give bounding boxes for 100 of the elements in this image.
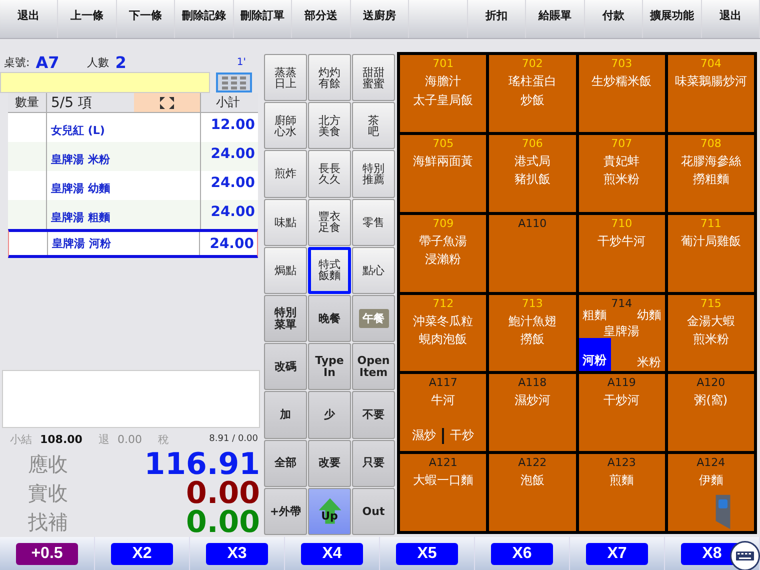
category-button[interactable]: 煎炸 bbox=[264, 150, 307, 198]
option-button[interactable]: 干炒 bbox=[446, 426, 478, 446]
amount-due-label: 應收 bbox=[28, 451, 68, 478]
order-row[interactable]: 皇牌湯 河粉 24.00 bbox=[8, 229, 258, 258]
action-button[interactable]: 少 bbox=[308, 391, 351, 439]
toolbar-button[interactable]: 刪除訂單 bbox=[234, 0, 292, 38]
table-label: 桌號: bbox=[4, 54, 30, 70]
action-button[interactable]: 只要 bbox=[352, 440, 395, 487]
menu-item-tile[interactable]: A119 干炒河 bbox=[578, 374, 665, 452]
category-button[interactable]: 點心 bbox=[352, 246, 395, 294]
item-code: 707 bbox=[611, 136, 632, 150]
menu-item-tile[interactable]: 711 葡汁局雞飯 bbox=[668, 214, 754, 292]
order-row[interactable]: 皇牌湯 粗麵 24.00 bbox=[8, 200, 258, 229]
action-button[interactable]: 改碼 bbox=[264, 343, 307, 390]
category-button[interactable]: 長長 久久 bbox=[308, 150, 351, 198]
menu-item-tile[interactable]: 704 味菜鵝腸炒河 bbox=[668, 55, 754, 132]
remote-tab-icon[interactable] bbox=[714, 494, 732, 530]
category-button[interactable]: 零售 bbox=[352, 198, 395, 246]
menu-item-tile[interactable]: A110 bbox=[489, 214, 576, 292]
multiplier-button[interactable]: X7 bbox=[586, 542, 648, 564]
toolbar-button[interactable]: 下一條 bbox=[116, 0, 176, 38]
toolbar-button[interactable]: 刪除記錄 bbox=[175, 0, 234, 38]
menu-item-tile[interactable]: A124 伊麵 bbox=[668, 454, 754, 531]
action-button[interactable]: 加 bbox=[264, 391, 307, 439]
multiplier-button[interactable]: X5 bbox=[396, 542, 458, 564]
multiplier-button[interactable]: X2 bbox=[111, 542, 173, 564]
keyboard-icon[interactable] bbox=[730, 541, 760, 570]
menu-item-tile[interactable]: 703 生炒糯米飯 bbox=[578, 55, 665, 132]
category-button[interactable]: 味點 bbox=[264, 198, 307, 246]
menu-item-tile[interactable]: 710 干炒牛河 bbox=[578, 214, 665, 292]
multiplier-button[interactable]: +0.5 bbox=[16, 542, 78, 564]
category-button[interactable]: 廚師 心水 bbox=[264, 102, 307, 150]
toolbar-button[interactable]: 擴展功能 bbox=[643, 0, 702, 38]
category-button[interactable]: 北方 美食 bbox=[308, 102, 351, 150]
multiplier-button[interactable]: X3 bbox=[206, 542, 268, 564]
item-name: 貴妃蚌 煎米粉 bbox=[604, 152, 640, 188]
menu-item-tile[interactable]: 705 海鮮兩面黃 bbox=[400, 134, 486, 212]
menu-item-tile[interactable]: A123 煎麵 bbox=[578, 454, 665, 531]
toolbar-button[interactable]: 給賬單 bbox=[526, 0, 585, 38]
action-button[interactable]: Out bbox=[352, 488, 395, 535]
menu-item-tile[interactable]: 708 花膠海參絲 撈粗麵 bbox=[668, 134, 754, 212]
keypad-icon[interactable] bbox=[216, 72, 252, 93]
multiplier-button[interactable]: X4 bbox=[301, 542, 363, 564]
toolbar-button[interactable]: 退出 bbox=[702, 0, 760, 38]
action-button[interactable]: 全部 bbox=[264, 440, 307, 487]
elapsed-time: 1' bbox=[236, 56, 247, 68]
option-button[interactable]: 濕炒 bbox=[408, 426, 440, 446]
category-button[interactable]: 特式 飯麵 bbox=[308, 246, 351, 294]
category-button[interactable]: 灼灼 有餘 bbox=[308, 54, 351, 102]
order-row[interactable]: 皇牌湯 米粉 24.00 bbox=[8, 142, 258, 171]
menu-item-tile[interactable]: 714 粗麵 幼麵 皇牌湯 河粉 米粉 bbox=[578, 294, 665, 372]
item-name: 牛河 bbox=[431, 392, 456, 410]
action-button[interactable]: 特別 菜單 bbox=[264, 295, 307, 342]
item-name: 皇牌湯 河粉 bbox=[51, 236, 112, 252]
menu-item-tile[interactable]: 709 帶子魚湯 浸瀨粉 bbox=[400, 214, 486, 292]
item-name: 伊麵 bbox=[698, 472, 723, 490]
item-name: 味菜鵝腸炒河 bbox=[674, 73, 747, 90]
menu-item-tile[interactable]: 706 港式局 豬扒飯 bbox=[489, 134, 576, 212]
menu-item-tile[interactable]: 707 貴妃蚌 煎米粉 bbox=[578, 134, 665, 212]
item-code: 706 bbox=[522, 136, 543, 150]
menu-item-tile[interactable]: 715 金湯大蝦 煎米粉 bbox=[668, 294, 754, 372]
option-button[interactable]: 幼麵 bbox=[632, 306, 665, 324]
action-button[interactable]: Type In bbox=[308, 343, 351, 390]
category-button[interactable]: 蒸蒸 日上 bbox=[264, 54, 307, 102]
item-code: A118 bbox=[518, 376, 547, 390]
toolbar-button[interactable]: 上一條 bbox=[58, 0, 117, 38]
item-code: 703 bbox=[611, 57, 632, 70]
menu-item-tile[interactable]: A120 粥(窩) bbox=[668, 374, 754, 452]
option-button[interactable]: 河粉 bbox=[578, 338, 611, 372]
expand-button[interactable] bbox=[134, 93, 200, 112]
category-button[interactable]: 茶 吧 bbox=[352, 102, 395, 150]
item-code: A119 bbox=[607, 376, 636, 390]
toolbar-button[interactable]: 送廚房 bbox=[350, 0, 410, 38]
item-name: 大蝦一口麵 bbox=[413, 472, 474, 490]
menu-item-tile[interactable]: 702 瑤柱蛋白 炒飯 bbox=[489, 55, 576, 132]
action-button[interactable]: Open Item bbox=[352, 343, 395, 390]
category-button[interactable]: 豐衣 足食 bbox=[308, 198, 351, 246]
menu-item-tile[interactable]: 713 鮑汁魚翅 撈飯 bbox=[489, 294, 576, 372]
item-code: 710 bbox=[611, 216, 632, 230]
amount-due: 116.91 bbox=[144, 450, 260, 480]
category-button[interactable]: 甜甜 蜜蜜 bbox=[352, 54, 395, 102]
category-button[interactable]: 焗點 bbox=[264, 246, 307, 294]
action-button[interactable]: +外帶 bbox=[264, 488, 307, 535]
toolbar-button[interactable]: 退出 bbox=[0, 0, 58, 38]
toolbar-button[interactable]: 折扣 bbox=[468, 0, 526, 38]
input-field[interactable] bbox=[0, 72, 210, 93]
action-button[interactable]: 改要 bbox=[308, 440, 351, 487]
multiplier-button[interactable]: X6 bbox=[491, 542, 553, 564]
category-button[interactable]: 特別 推薦 bbox=[352, 150, 395, 198]
action-button[interactable]: 不要 bbox=[352, 391, 395, 439]
menu-item-tile[interactable]: A121 大蝦一口麵 bbox=[400, 454, 486, 531]
menu-item-tile[interactable]: 712 沖菜冬瓜粒 蜆肉泡飯 bbox=[400, 294, 486, 372]
option-button[interactable]: 米粉 bbox=[632, 352, 665, 372]
menu-item-tile[interactable]: A117 牛河 濕炒 干炒 bbox=[400, 374, 486, 452]
option-button[interactable]: 粗麵 bbox=[578, 306, 610, 324]
menu-item-tile[interactable]: A122 泡飯 bbox=[489, 454, 576, 531]
menu-item-tile[interactable]: 701 海膽汁 太子皇局飯 bbox=[400, 55, 486, 132]
toolbar-button[interactable]: 付款 bbox=[584, 0, 644, 38]
menu-item-tile[interactable]: A118 濕炒河 bbox=[489, 374, 576, 452]
toolbar-button[interactable]: 部分送 bbox=[292, 0, 351, 38]
